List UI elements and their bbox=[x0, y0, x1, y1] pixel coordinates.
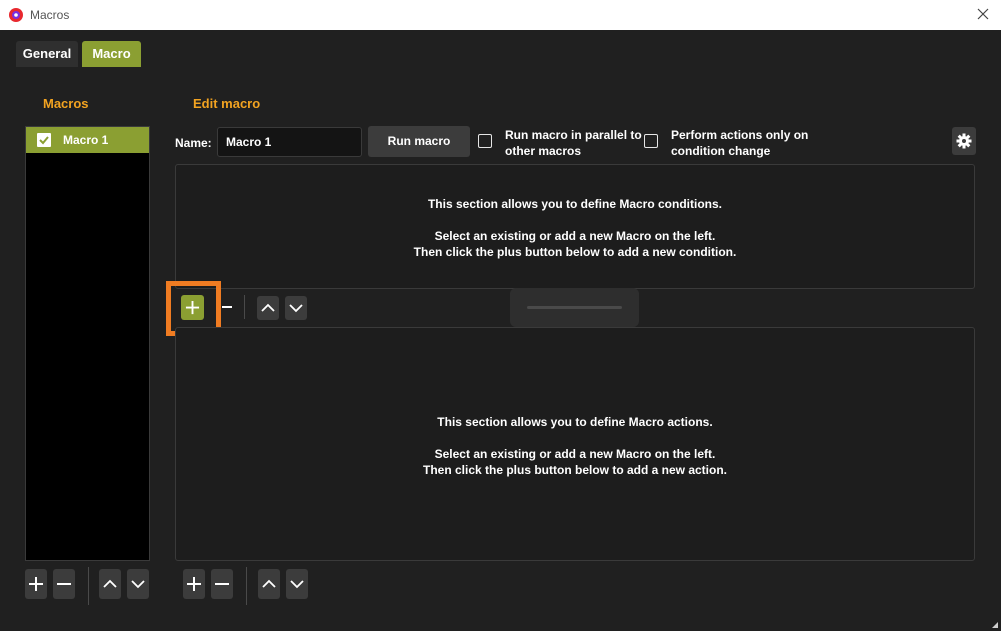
chevron-down-icon bbox=[289, 304, 303, 313]
chevron-down-icon bbox=[290, 580, 304, 589]
conditions-panel: This section allows you to define Macro … bbox=[175, 164, 975, 289]
panel-splitter-handle[interactable] bbox=[510, 288, 639, 327]
add-macro-button[interactable] bbox=[25, 569, 47, 599]
conditions-info-line3: Then click the plus button below to add … bbox=[413, 245, 737, 259]
run-in-parallel-label-line2: other macros bbox=[505, 144, 582, 158]
splitter-grip bbox=[527, 306, 622, 309]
separator bbox=[88, 567, 89, 605]
add-action-button[interactable] bbox=[183, 569, 205, 599]
title-bar: Macros bbox=[0, 0, 1001, 30]
move-condition-up-button[interactable] bbox=[257, 296, 279, 320]
actions-info-line2: Select an existing or add a new Macro on… bbox=[434, 447, 716, 461]
minus-icon bbox=[57, 583, 71, 585]
move-macro-up-button[interactable] bbox=[99, 569, 121, 599]
run-macro-button[interactable]: Run macro bbox=[368, 126, 470, 157]
separator bbox=[244, 295, 245, 319]
move-macro-down-button[interactable] bbox=[127, 569, 149, 599]
tab-general[interactable]: General bbox=[16, 41, 78, 67]
move-action-down-button[interactable] bbox=[286, 569, 308, 599]
plus-icon bbox=[187, 577, 201, 591]
app-icon bbox=[9, 8, 23, 22]
resize-grip-icon[interactable] bbox=[991, 621, 999, 629]
perform-on-change-label-line1: Perform actions only on bbox=[671, 128, 809, 142]
run-in-parallel-label-line1: Run macro in parallel to bbox=[505, 128, 642, 142]
run-in-parallel-checkbox[interactable] bbox=[478, 134, 492, 148]
chevron-down-icon bbox=[131, 580, 145, 589]
macro-name-input[interactable] bbox=[217, 127, 362, 157]
minus-icon bbox=[222, 306, 232, 308]
separator bbox=[246, 567, 247, 605]
move-action-up-button[interactable] bbox=[258, 569, 280, 599]
gear-icon bbox=[956, 133, 972, 149]
chevron-up-icon bbox=[262, 579, 276, 588]
close-icon[interactable] bbox=[975, 6, 991, 22]
conditions-info-line1: This section allows you to define Macro … bbox=[427, 197, 723, 211]
name-label: Name: bbox=[175, 136, 212, 150]
checkbox-checked-icon[interactable] bbox=[37, 133, 51, 147]
move-condition-down-button[interactable] bbox=[285, 296, 307, 320]
conditions-info-line2: Select an existing or add a new Macro on… bbox=[434, 229, 716, 243]
plus-icon bbox=[29, 577, 43, 591]
macros-section-title: Macros bbox=[43, 96, 89, 111]
actions-info-line3: Then click the plus button below to add … bbox=[422, 463, 728, 477]
list-item[interactable]: Macro 1 bbox=[26, 127, 149, 153]
perform-on-change-checkbox[interactable] bbox=[644, 134, 658, 148]
remove-action-button[interactable] bbox=[211, 569, 233, 599]
run-in-parallel-label: Run macro in parallel to other macros bbox=[505, 127, 642, 159]
actions-info-line1: This section allows you to define Macro … bbox=[437, 415, 713, 429]
edit-macro-section-title: Edit macro bbox=[193, 96, 261, 111]
macro-list[interactable]: Macro 1 bbox=[25, 126, 150, 561]
settings-button[interactable] bbox=[952, 127, 976, 155]
chevron-up-icon bbox=[261, 303, 275, 312]
minus-icon bbox=[215, 583, 229, 585]
tab-macro[interactable]: Macro bbox=[82, 41, 141, 67]
actions-panel: This section allows you to define Macro … bbox=[175, 327, 975, 561]
remove-macro-button[interactable] bbox=[53, 569, 75, 599]
window-title: Macros bbox=[30, 8, 70, 22]
macro-item-label: Macro 1 bbox=[63, 133, 109, 147]
chevron-up-icon bbox=[103, 579, 117, 588]
perform-on-change-label-line2: condition change bbox=[671, 144, 771, 158]
perform-on-change-label: Perform actions only on condition change bbox=[671, 127, 808, 159]
remove-condition-button[interactable] bbox=[221, 295, 233, 320]
